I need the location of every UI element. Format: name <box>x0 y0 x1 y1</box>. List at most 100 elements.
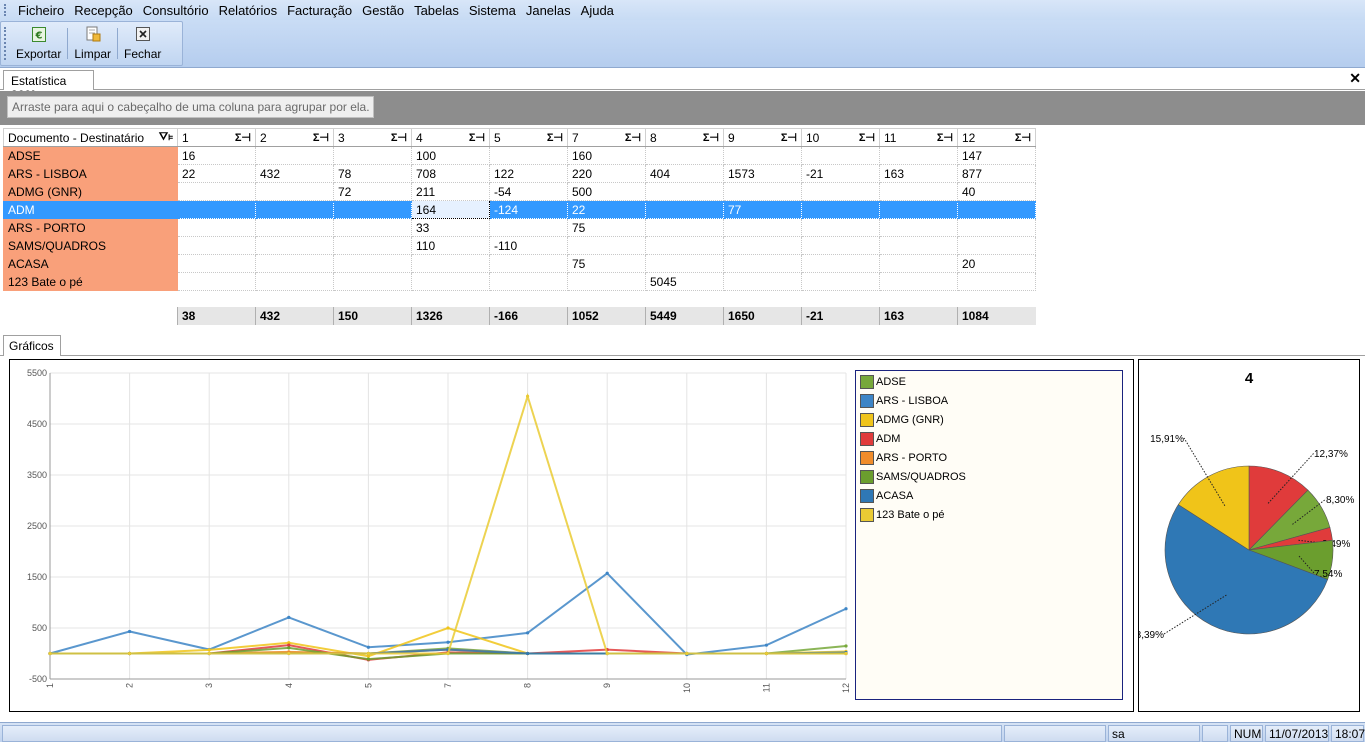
sum-pin-icon[interactable]: Σ⊣ <box>859 131 875 144</box>
table-cell[interactable]: 163 <box>879 164 958 183</box>
close-button[interactable]: Fechar <box>118 22 167 65</box>
column-header[interactable]: 10 Σ⊣ <box>801 128 880 147</box>
table-cell[interactable]: 432 <box>255 164 334 183</box>
table-cell[interactable]: -124 <box>489 200 568 219</box>
menu-ajuda[interactable]: Ajuda <box>576 3 619 18</box>
row-header[interactable]: ARS - PORTO <box>3 218 178 237</box>
row-header[interactable]: 123 Bate o pé <box>3 272 178 291</box>
table-cell[interactable] <box>723 146 802 165</box>
column-header[interactable]: 3 Σ⊣ <box>333 128 412 147</box>
table-cell[interactable] <box>177 272 256 291</box>
menu-recepcao[interactable]: Recepção <box>69 3 138 18</box>
menu-janelas[interactable]: Janelas <box>521 3 576 18</box>
table-cell[interactable] <box>255 218 334 237</box>
table-cell[interactable] <box>255 254 334 273</box>
table-row[interactable]: ADMG (GNR) 72 211 -54 500 40 <box>3 182 1036 201</box>
table-cell[interactable] <box>177 200 256 219</box>
menu-consultorio[interactable]: Consultório <box>138 3 214 18</box>
table-cell[interactable]: 22 <box>177 164 256 183</box>
table-row[interactable]: SAMS/QUADROS 110 -110 <box>3 236 1036 255</box>
table-cell[interactable]: 147 <box>957 146 1036 165</box>
close-tab-icon[interactable]: ✕ <box>1349 70 1361 87</box>
table-cell[interactable] <box>177 218 256 237</box>
table-cell[interactable] <box>255 272 334 291</box>
sum-pin-icon[interactable]: Σ⊣ <box>235 131 251 144</box>
sum-pin-icon[interactable]: Σ⊣ <box>391 131 407 144</box>
sum-pin-icon[interactable]: Σ⊣ <box>547 131 563 144</box>
table-cell[interactable]: 72 <box>333 182 412 201</box>
table-cell[interactable] <box>489 218 568 237</box>
table-row[interactable]: ARS - PORTO 33 75 <box>3 218 1036 237</box>
table-cell[interactable] <box>255 236 334 255</box>
menu-relatorios[interactable]: Relatórios <box>214 3 283 18</box>
table-cell[interactable] <box>255 182 334 201</box>
table-cell[interactable]: 20 <box>957 254 1036 273</box>
table-cell[interactable] <box>567 236 646 255</box>
sum-pin-icon[interactable]: Σ⊣ <box>625 131 641 144</box>
export-button[interactable]: € Exportar <box>10 22 67 65</box>
table-cell[interactable]: 75 <box>567 218 646 237</box>
table-cell[interactable] <box>255 146 334 165</box>
table-cell[interactable]: -21 <box>801 164 880 183</box>
table-cell[interactable] <box>333 236 412 255</box>
sum-pin-icon[interactable]: Σ⊣ <box>703 131 719 144</box>
table-cell[interactable] <box>645 254 724 273</box>
table-cell[interactable] <box>879 254 958 273</box>
table-cell[interactable] <box>957 272 1036 291</box>
table-cell[interactable]: 500 <box>567 182 646 201</box>
table-cell[interactable] <box>801 200 880 219</box>
sum-pin-icon[interactable]: Σ⊣ <box>1015 131 1031 144</box>
row-header[interactable]: ADM <box>3 200 178 219</box>
table-cell[interactable] <box>723 218 802 237</box>
table-cell[interactable] <box>333 272 412 291</box>
table-cell[interactable]: 33 <box>411 218 490 237</box>
column-header[interactable]: 7 Σ⊣ <box>567 128 646 147</box>
table-cell[interactable]: 1573 <box>723 164 802 183</box>
menu-tabelas[interactable]: Tabelas <box>409 3 464 18</box>
table-cell[interactable] <box>879 218 958 237</box>
sum-pin-icon[interactable]: Σ⊣ <box>781 131 797 144</box>
table-cell[interactable]: 122 <box>489 164 568 183</box>
table-cell[interactable] <box>255 200 334 219</box>
table-cell[interactable] <box>801 146 880 165</box>
group-by-panel[interactable]: Arraste para aqui o cabeçalho de uma col… <box>0 91 1365 125</box>
table-cell[interactable] <box>333 218 412 237</box>
table-cell[interactable] <box>489 272 568 291</box>
column-header[interactable]: 5 Σ⊣ <box>489 128 568 147</box>
row-header[interactable]: SAMS/QUADROS <box>3 236 178 255</box>
column-header[interactable]: 1 Σ⊣ <box>177 128 256 147</box>
row-header[interactable]: ADSE <box>3 146 178 165</box>
table-cell[interactable]: 164 <box>411 200 490 219</box>
table-row[interactable]: ARS - LISBOA 22 432 78 708 122 220 404 1573 -21 16… <box>3 164 1036 183</box>
sum-pin-icon[interactable]: Σ⊣ <box>469 131 485 144</box>
table-cell[interactable]: 404 <box>645 164 724 183</box>
table-cell[interactable] <box>333 254 412 273</box>
table-cell[interactable] <box>723 272 802 291</box>
table-cell[interactable] <box>411 272 490 291</box>
column-header[interactable]: 2 Σ⊣ <box>255 128 334 147</box>
table-cell[interactable] <box>957 200 1036 219</box>
table-cell[interactable] <box>177 236 256 255</box>
table-cell[interactable] <box>567 272 646 291</box>
clear-button[interactable]: Limpar <box>68 22 117 65</box>
table-cell[interactable] <box>879 272 958 291</box>
table-row[interactable]: 123 Bate o pé 5045 <box>3 272 1036 291</box>
table-cell[interactable] <box>879 200 958 219</box>
table-cell[interactable] <box>177 254 256 273</box>
table-cell[interactable] <box>645 146 724 165</box>
table-cell[interactable]: 77 <box>723 200 802 219</box>
table-cell[interactable] <box>801 272 880 291</box>
table-cell[interactable] <box>801 254 880 273</box>
table-cell[interactable] <box>645 200 724 219</box>
sum-pin-icon[interactable]: Σ⊣ <box>313 131 329 144</box>
table-cell[interactable] <box>879 146 958 165</box>
column-header[interactable]: 12 Σ⊣ <box>957 128 1036 147</box>
table-cell[interactable] <box>957 236 1036 255</box>
table-cell[interactable]: -54 <box>489 182 568 201</box>
table-cell[interactable] <box>333 146 412 165</box>
column-header[interactable]: 8 Σ⊣ <box>645 128 724 147</box>
table-cell[interactable] <box>177 182 256 201</box>
table-cell[interactable]: 160 <box>567 146 646 165</box>
table-cell[interactable]: -110 <box>489 236 568 255</box>
table-cell[interactable]: 877 <box>957 164 1036 183</box>
